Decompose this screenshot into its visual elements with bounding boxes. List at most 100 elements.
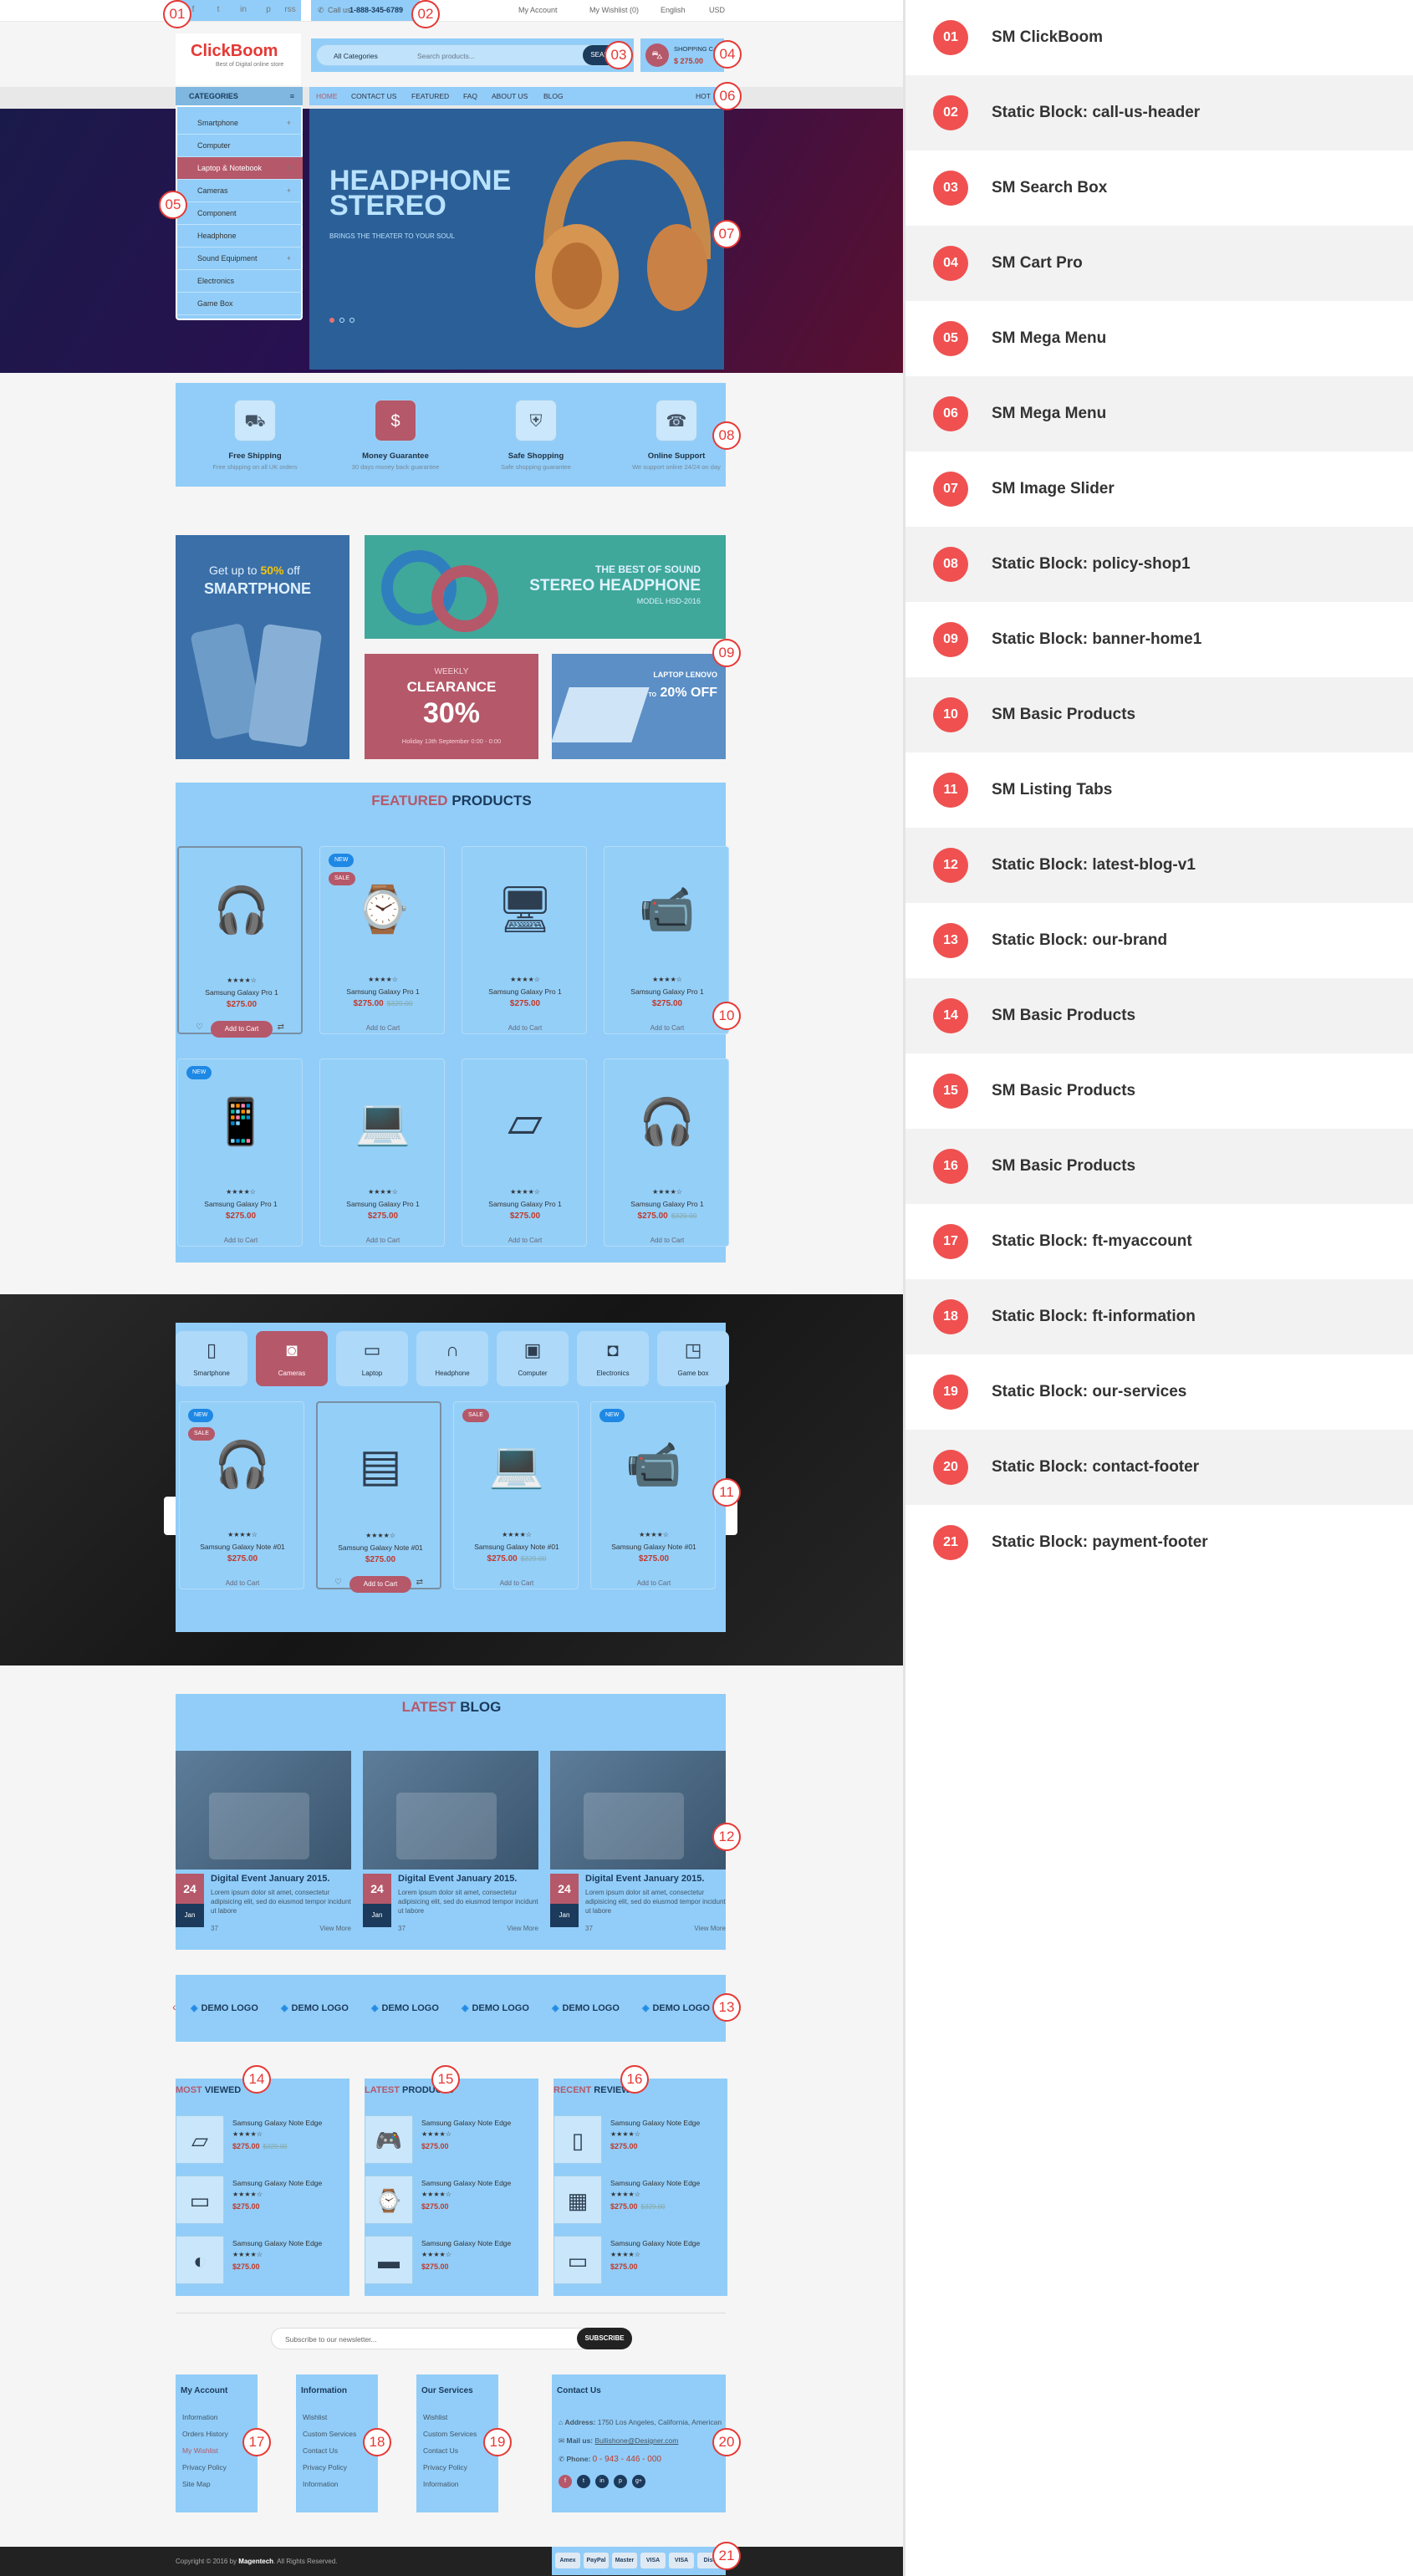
slider-dot-1[interactable] xyxy=(329,318,334,323)
footer-link[interactable]: Privacy Policy xyxy=(303,2463,347,2471)
product-name[interactable]: Samsung Galaxy Pro 1 xyxy=(462,987,588,996)
product-name[interactable]: Samsung Galaxy Pro 1 xyxy=(320,987,446,996)
product-name[interactable]: Samsung Galaxy Pro 1 xyxy=(604,987,730,996)
mini-product-image[interactable]: ▬ xyxy=(365,2236,413,2284)
banner-clearance[interactable]: WEEKLY CLEARANCE 30% Holiday 13th Septem… xyxy=(365,654,538,759)
product-name[interactable]: Samsung Galaxy Pro 1 xyxy=(604,1200,730,1208)
mini-product-image[interactable]: ▯ xyxy=(553,2115,602,2164)
product-name[interactable]: Samsung Galaxy Pro 1 xyxy=(462,1200,588,1208)
footer-link[interactable]: Information xyxy=(303,2480,339,2488)
wishlist-link[interactable]: My Wishlist (0) xyxy=(589,6,639,14)
menu-home[interactable]: HOME xyxy=(316,87,338,105)
product-name[interactable]: Samsung Galaxy Note #01 xyxy=(591,1543,717,1551)
category-item[interactable]: Laptop & Notebook + xyxy=(177,157,303,180)
product-card[interactable]: 🖥 ★★★★☆ Samsung Galaxy Pro 1 $275.00 Add to … xyxy=(462,846,587,1034)
footer-link[interactable]: Contact Us xyxy=(423,2446,458,2455)
category-item[interactable]: Component xyxy=(177,202,303,225)
mini-product[interactable]: ◐ Samsung Galaxy Note Edge ★★★★☆ $275.00 xyxy=(176,2236,351,2288)
product-image[interactable]: ▱ xyxy=(479,1076,571,1168)
category-item[interactable]: Sound Equipment + xyxy=(177,247,303,270)
footer-social-icon[interactable]: in xyxy=(595,2475,609,2488)
search-input[interactable]: Search products... xyxy=(417,52,475,60)
mail-value[interactable]: Bullishone@Designer.com xyxy=(595,2436,679,2445)
footer-link[interactable]: Information xyxy=(423,2480,459,2488)
search-category[interactable]: All Categories xyxy=(334,52,378,60)
product-image[interactable]: 📹 xyxy=(621,864,713,956)
blog-image[interactable] xyxy=(176,1751,351,1870)
add-to-cart-button[interactable]: Add to Cart xyxy=(212,1575,273,1592)
menu-blog[interactable]: BLOG xyxy=(543,87,564,105)
footer-social-icon[interactable]: p xyxy=(614,2475,627,2488)
category-item[interactable]: Game Box xyxy=(177,293,303,315)
mini-product-name[interactable]: Samsung Galaxy Note Edge xyxy=(421,2239,511,2247)
mini-product-name[interactable]: Samsung Galaxy Note Edge xyxy=(232,2119,322,2127)
category-item[interactable]: Headphone xyxy=(177,225,303,247)
footer-link[interactable]: Wishlist xyxy=(423,2413,447,2421)
tab-electronics[interactable]: ◘ Electronics xyxy=(577,1331,649,1386)
menu-featured[interactable]: FEATURED xyxy=(411,87,449,105)
wishlist-icon[interactable]: ♡ xyxy=(196,1023,203,1032)
mini-product-name[interactable]: Samsung Galaxy Note Edge xyxy=(232,2179,322,2187)
mini-product[interactable]: ▦ Samsung Galaxy Note Edge ★★★★☆ $275.00 $32… xyxy=(553,2176,729,2227)
category-item[interactable]: Smartphone + xyxy=(177,112,303,135)
footer-link[interactable]: Custom Services xyxy=(423,2430,477,2438)
mini-product-name[interactable]: Samsung Galaxy Note Edge xyxy=(421,2179,511,2187)
footer-link[interactable]: Site Map xyxy=(182,2480,211,2488)
tab-cameras[interactable]: ◙ Cameras xyxy=(256,1331,328,1386)
mini-product[interactable]: ⌚ Samsung Galaxy Note Edge ★★★★☆ $275.00 xyxy=(365,2176,540,2227)
brand-prev-arrow[interactable]: ‹ xyxy=(172,2000,176,2013)
compare-icon[interactable]: ⇄ xyxy=(416,1578,423,1587)
logo[interactable]: ClickBoom Best of Digital online store xyxy=(176,33,301,85)
category-expand-icon[interactable]: + xyxy=(287,157,291,180)
image-slider[interactable]: HEADPHONE STEREO BRINGS THE THEATER TO Y… xyxy=(309,109,724,370)
compare-icon[interactable]: ⇄ xyxy=(278,1023,284,1032)
mini-product[interactable]: 🎮 Samsung Galaxy Note Edge ★★★★☆ $275.00 xyxy=(365,2115,540,2167)
brand-logo[interactable]: ◈ DEMO LOGO xyxy=(552,1975,620,2042)
add-to-cart-button[interactable]: Add to Cart xyxy=(349,1576,411,1593)
footer-link[interactable]: Information xyxy=(182,2413,218,2421)
currency-select[interactable]: USD xyxy=(709,6,725,14)
language-select[interactable]: English xyxy=(661,6,686,14)
product-image[interactable]: ▤ xyxy=(334,1420,426,1512)
add-to-cart-button[interactable]: Add to Cart xyxy=(494,1020,556,1037)
blog-post[interactable]: 24 Jan Digital Event January 2015. Lorem ip… xyxy=(363,1751,538,1951)
blog-image[interactable] xyxy=(363,1751,538,1870)
blog-image[interactable] xyxy=(550,1751,726,1870)
mini-product[interactable]: ▭ Samsung Galaxy Note Edge ★★★★☆ $275.00 xyxy=(553,2236,729,2288)
mini-product-name[interactable]: Samsung Galaxy Note Edge xyxy=(610,2239,700,2247)
product-name[interactable]: Samsung Galaxy Pro 1 xyxy=(320,1200,446,1208)
product-card[interactable]: ▤ ★★★★☆ Samsung Galaxy Note #01 $275.00 Add … xyxy=(316,1401,441,1593)
blog-post[interactable]: 24 Jan Digital Event January 2015. Lorem ip… xyxy=(176,1751,351,1951)
add-to-cart-button[interactable]: Add to Cart xyxy=(486,1575,548,1592)
slider-dot-2[interactable] xyxy=(339,318,344,323)
tab-computer[interactable]: ▣ Computer xyxy=(497,1331,569,1386)
product-card[interactable]: ⌚ NEW SALE ★★★★☆ Samsung Galaxy Pro 1 $275.00… xyxy=(319,846,445,1034)
mini-product[interactable]: ▬ Samsung Galaxy Note Edge ★★★★☆ $275.00 xyxy=(365,2236,540,2288)
product-card[interactable]: ▱ ★★★★☆ Samsung Galaxy Pro 1 $275.00 Add to … xyxy=(462,1058,587,1247)
mini-product[interactable]: ▭ Samsung Galaxy Note Edge ★★★★☆ $275.00 xyxy=(176,2176,351,2227)
add-to-cart-button[interactable]: Add to Cart xyxy=(636,1232,698,1249)
category-item[interactable]: Cameras + xyxy=(177,180,303,202)
wishlist-icon[interactable]: ♡ xyxy=(334,1578,342,1587)
view-more-link[interactable]: View More xyxy=(694,1925,726,1932)
blog-post-title[interactable]: Digital Event January 2015. xyxy=(211,1874,351,1884)
twitter-icon[interactable]: t xyxy=(212,5,224,17)
blog-post[interactable]: 24 Jan Digital Event January 2015. Lorem ip… xyxy=(550,1751,726,1951)
mini-product-image[interactable]: 🎮 xyxy=(365,2115,413,2164)
banner-stereo-headphone[interactable]: THE BEST OF SOUND STEREO HEADPHONE MODEL… xyxy=(365,535,726,639)
footer-link[interactable]: Privacy Policy xyxy=(182,2463,227,2471)
category-expand-icon[interactable]: + xyxy=(287,180,291,202)
linkedin-icon[interactable]: in xyxy=(237,5,249,17)
footer-link[interactable]: Custom Services xyxy=(303,2430,356,2438)
category-expand-icon[interactable]: + xyxy=(287,247,291,270)
footer-link[interactable]: Contact Us xyxy=(303,2446,338,2455)
product-card[interactable]: 🎧 ★★★★☆ Samsung Galaxy Pro 1 $275.00 Add to … xyxy=(177,846,303,1038)
brand-logo[interactable]: ◈ DEMO LOGO xyxy=(281,1975,349,2042)
footer-social-icon[interactable]: g+ xyxy=(632,2475,645,2488)
mini-product-image[interactable]: ⌚ xyxy=(365,2176,413,2224)
add-to-cart-button[interactable]: Add to Cart xyxy=(623,1575,685,1592)
mini-product-image[interactable]: ▭ xyxy=(553,2236,602,2284)
footer-link[interactable]: Privacy Policy xyxy=(423,2463,467,2471)
mini-product[interactable]: ▱ Samsung Galaxy Note Edge ★★★★☆ $275.00 $32… xyxy=(176,2115,351,2167)
footer-social-icon[interactable]: f xyxy=(559,2475,572,2488)
